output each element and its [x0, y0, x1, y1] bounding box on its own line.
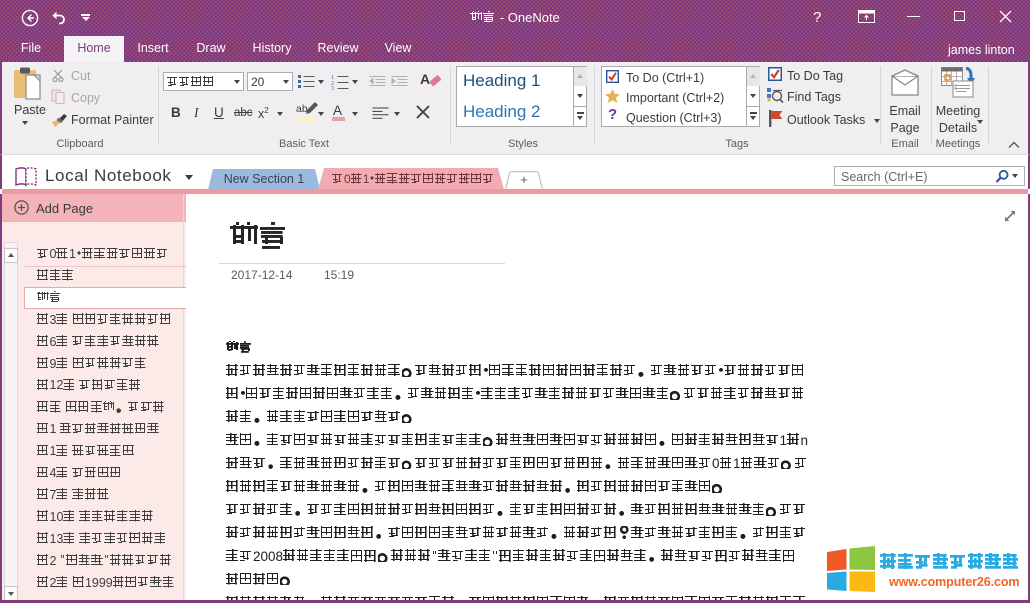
svg-text:3: 3 [331, 86, 334, 90]
